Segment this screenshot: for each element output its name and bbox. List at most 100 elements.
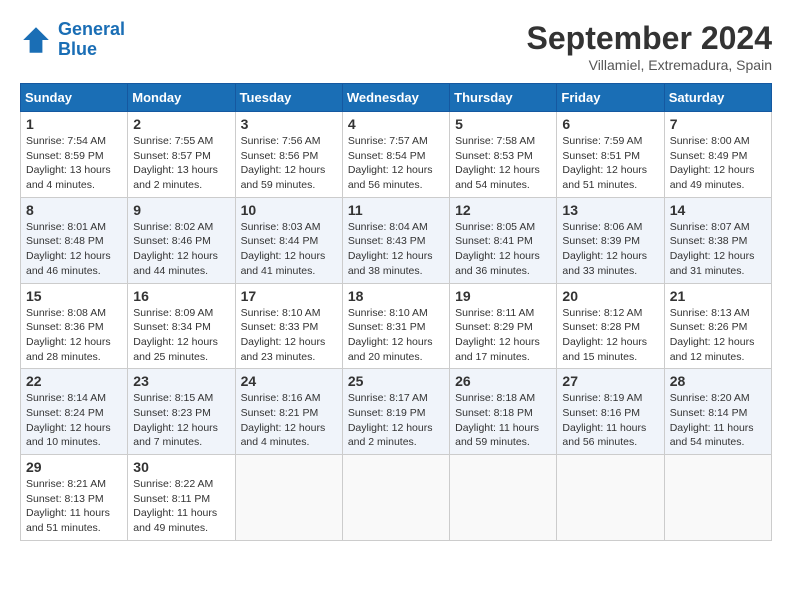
day-info: Sunrise: 8:01 AM Sunset: 8:48 PM Dayligh… — [26, 220, 122, 279]
day-number: 16 — [133, 288, 229, 304]
day-number: 6 — [562, 116, 658, 132]
weekday-header: Wednesday — [342, 84, 449, 112]
calendar-cell: 14 Sunrise: 8:07 AM Sunset: 8:38 PM Dayli… — [664, 197, 771, 283]
day-number: 22 — [26, 373, 122, 389]
calendar-cell: 5 Sunrise: 7:58 AM Sunset: 8:53 PM Daylig… — [450, 112, 557, 198]
month-title: September 2024 — [527, 20, 772, 57]
day-info: Sunrise: 7:57 AM Sunset: 8:54 PM Dayligh… — [348, 134, 444, 193]
day-number: 10 — [241, 202, 337, 218]
calendar-cell — [664, 455, 771, 541]
day-info: Sunrise: 7:54 AM Sunset: 8:59 PM Dayligh… — [26, 134, 122, 193]
day-number: 21 — [670, 288, 766, 304]
day-info: Sunrise: 8:13 AM Sunset: 8:26 PM Dayligh… — [670, 306, 766, 365]
day-info: Sunrise: 8:15 AM Sunset: 8:23 PM Dayligh… — [133, 391, 229, 450]
calendar-cell: 25Sunrise: 8:17 AM Sunset: 8:19 PM Dayli… — [342, 369, 449, 455]
day-number: 9 — [133, 202, 229, 218]
day-info: Sunrise: 8:02 AM Sunset: 8:46 PM Dayligh… — [133, 220, 229, 279]
day-info: Sunrise: 8:10 AM Sunset: 8:31 PM Dayligh… — [348, 306, 444, 365]
calendar-week-row: 1 Sunrise: 7:54 AM Sunset: 8:59 PM Daylig… — [21, 112, 772, 198]
day-number: 4 — [348, 116, 444, 132]
day-info: Sunrise: 8:09 AM Sunset: 8:34 PM Dayligh… — [133, 306, 229, 365]
calendar-cell: 22 Sunrise: 8:14 AM Sunset: 8:24 PM Dayli… — [21, 369, 128, 455]
day-number: 29 — [26, 459, 122, 475]
calendar-cell: 23 Sunrise: 8:15 AM Sunset: 8:23 PM Dayli… — [128, 369, 235, 455]
calendar-cell: 6 Sunrise: 7:59 AM Sunset: 8:51 PM Daylig… — [557, 112, 664, 198]
day-info: Sunrise: 8:22 AM Sunset: 8:11 PM Dayligh… — [133, 477, 229, 536]
calendar-cell: 16 Sunrise: 8:09 AM Sunset: 8:34 PM Dayli… — [128, 283, 235, 369]
calendar-cell: 9 Sunrise: 8:02 AM Sunset: 8:46 PM Daylig… — [128, 197, 235, 283]
calendar-cell: 27 Sunrise: 8:19 AM Sunset: 8:16 PM Dayli… — [557, 369, 664, 455]
calendar-cell: 8Sunrise: 8:01 AM Sunset: 8:48 PM Daylig… — [21, 197, 128, 283]
day-info: Sunrise: 8:04 AM Sunset: 8:43 PM Dayligh… — [348, 220, 444, 279]
day-number: 25 — [348, 373, 444, 389]
day-number: 1 — [26, 116, 122, 132]
day-info: Sunrise: 8:19 AM Sunset: 8:16 PM Dayligh… — [562, 391, 658, 450]
calendar-cell — [450, 455, 557, 541]
calendar-cell: 30 Sunrise: 8:22 AM Sunset: 8:11 PM Dayli… — [128, 455, 235, 541]
logo-icon — [20, 24, 52, 56]
day-info: Sunrise: 8:03 AM Sunset: 8:44 PM Dayligh… — [241, 220, 337, 279]
calendar-cell — [342, 455, 449, 541]
day-info: Sunrise: 8:00 AM Sunset: 8:49 PM Dayligh… — [670, 134, 766, 193]
weekday-header: Thursday — [450, 84, 557, 112]
day-info: Sunrise: 7:59 AM Sunset: 8:51 PM Dayligh… — [562, 134, 658, 193]
day-info: Sunrise: 7:56 AM Sunset: 8:56 PM Dayligh… — [241, 134, 337, 193]
calendar-cell: 26Sunrise: 8:18 AM Sunset: 8:18 PM Dayli… — [450, 369, 557, 455]
day-number: 12 — [455, 202, 551, 218]
day-number: 14 — [670, 202, 766, 218]
calendar-cell: 21 Sunrise: 8:13 AM Sunset: 8:26 PM Dayli… — [664, 283, 771, 369]
weekday-header: Tuesday — [235, 84, 342, 112]
calendar-cell: 18 Sunrise: 8:10 AM Sunset: 8:31 PM Dayli… — [342, 283, 449, 369]
calendar-cell: 12 Sunrise: 8:05 AM Sunset: 8:41 PM Dayli… — [450, 197, 557, 283]
day-info: Sunrise: 8:21 AM Sunset: 8:13 PM Dayligh… — [26, 477, 122, 536]
day-number: 2 — [133, 116, 229, 132]
day-info: Sunrise: 7:58 AM Sunset: 8:53 PM Dayligh… — [455, 134, 551, 193]
day-info: Sunrise: 8:06 AM Sunset: 8:39 PM Dayligh… — [562, 220, 658, 279]
calendar-cell: 11Sunrise: 8:04 AM Sunset: 8:43 PM Dayli… — [342, 197, 449, 283]
day-info: Sunrise: 8:07 AM Sunset: 8:38 PM Dayligh… — [670, 220, 766, 279]
calendar-cell: 15Sunrise: 8:08 AM Sunset: 8:36 PM Dayli… — [21, 283, 128, 369]
day-number: 18 — [348, 288, 444, 304]
calendar-week-row: 15Sunrise: 8:08 AM Sunset: 8:36 PM Dayli… — [21, 283, 772, 369]
day-number: 27 — [562, 373, 658, 389]
calendar-week-row: 29 Sunrise: 8:21 AM Sunset: 8:13 PM Dayli… — [21, 455, 772, 541]
day-number: 5 — [455, 116, 551, 132]
day-number: 28 — [670, 373, 766, 389]
calendar-cell: 7 Sunrise: 8:00 AM Sunset: 8:49 PM Daylig… — [664, 112, 771, 198]
day-number: 19 — [455, 288, 551, 304]
day-number: 3 — [241, 116, 337, 132]
calendar-cell: 3 Sunrise: 7:56 AM Sunset: 8:56 PM Daylig… — [235, 112, 342, 198]
day-number: 15 — [26, 288, 122, 304]
calendar-header-row: SundayMondayTuesdayWednesdayThursdayFrid… — [21, 84, 772, 112]
day-info: Sunrise: 8:20 AM Sunset: 8:14 PM Dayligh… — [670, 391, 766, 450]
weekday-header: Friday — [557, 84, 664, 112]
calendar-cell: 10 Sunrise: 8:03 AM Sunset: 8:44 PM Dayli… — [235, 197, 342, 283]
calendar-cell: 4 Sunrise: 7:57 AM Sunset: 8:54 PM Daylig… — [342, 112, 449, 198]
day-number: 30 — [133, 459, 229, 475]
day-number: 13 — [562, 202, 658, 218]
day-number: 17 — [241, 288, 337, 304]
day-number: 26 — [455, 373, 551, 389]
calendar-cell — [557, 455, 664, 541]
day-number: 7 — [670, 116, 766, 132]
calendar-cell: 20Sunrise: 8:12 AM Sunset: 8:28 PM Dayli… — [557, 283, 664, 369]
calendar-cell: 19Sunrise: 8:11 AM Sunset: 8:29 PM Dayli… — [450, 283, 557, 369]
weekday-header: Sunday — [21, 84, 128, 112]
calendar-cell: 13 Sunrise: 8:06 AM Sunset: 8:39 PM Dayli… — [557, 197, 664, 283]
location: Villamiel, Extremadura, Spain — [527, 57, 772, 73]
calendar-cell: 2Sunrise: 7:55 AM Sunset: 8:57 PM Daylig… — [128, 112, 235, 198]
weekday-header: Saturday — [664, 84, 771, 112]
day-info: Sunrise: 8:05 AM Sunset: 8:41 PM Dayligh… — [455, 220, 551, 279]
day-info: Sunrise: 8:14 AM Sunset: 8:24 PM Dayligh… — [26, 391, 122, 450]
day-number: 23 — [133, 373, 229, 389]
calendar-cell: 24Sunrise: 8:16 AM Sunset: 8:21 PM Dayli… — [235, 369, 342, 455]
calendar-cell — [235, 455, 342, 541]
day-info: Sunrise: 8:12 AM Sunset: 8:28 PM Dayligh… — [562, 306, 658, 365]
calendar-cell: 1 Sunrise: 7:54 AM Sunset: 8:59 PM Daylig… — [21, 112, 128, 198]
day-info: Sunrise: 8:16 AM Sunset: 8:21 PM Dayligh… — [241, 391, 337, 450]
page-header: General Blue September 2024 Villamiel, E… — [20, 20, 772, 73]
calendar-cell: 29 Sunrise: 8:21 AM Sunset: 8:13 PM Dayli… — [21, 455, 128, 541]
calendar-week-row: 22 Sunrise: 8:14 AM Sunset: 8:24 PM Dayli… — [21, 369, 772, 455]
logo-text: General Blue — [58, 20, 125, 60]
calendar-cell: 28 Sunrise: 8:20 AM Sunset: 8:14 PM Dayli… — [664, 369, 771, 455]
